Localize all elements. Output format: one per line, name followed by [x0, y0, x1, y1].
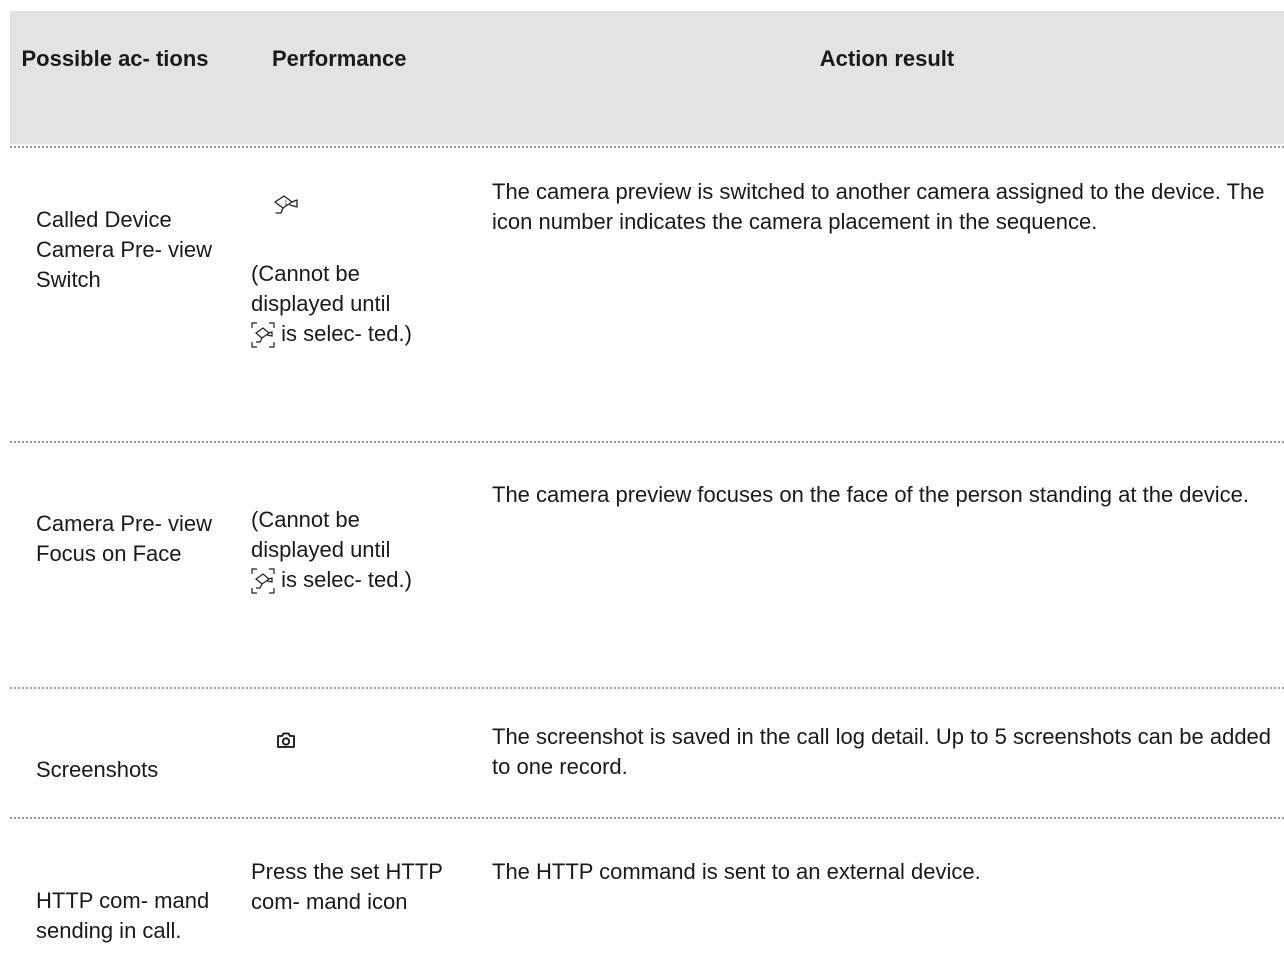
camera-preview-icon	[251, 322, 275, 348]
svg-text:1: 1	[284, 200, 288, 207]
performance-text: Press the set HTTP com- mand icon	[251, 859, 443, 914]
action-result: The camera preview is switched to anothe…	[492, 179, 1265, 234]
header-performance: Performance	[272, 46, 407, 71]
camera-switch-icon: 1	[273, 193, 303, 222]
performance-note: (Cannot be displayed until is selec- ted…	[251, 259, 456, 349]
table-header: Possible ac- tions Performance Action re…	[10, 11, 1284, 144]
header-possible-actions: Possible ac- tions	[21, 46, 209, 71]
header-action-result: Action result	[819, 46, 955, 71]
action-result: The screenshot is saved in the call log …	[492, 724, 1272, 779]
action-result: The camera preview focuses on the face o…	[492, 482, 1250, 507]
screenshot-camera-icon	[276, 731, 296, 754]
action-label: Called Device Camera Pre- view Switch	[36, 207, 213, 292]
action-label: Camera Pre- view Focus on Face	[36, 511, 213, 566]
row-divider	[10, 146, 1284, 148]
camera-preview-icon	[251, 568, 275, 594]
row-divider	[10, 817, 1284, 819]
row-divider	[10, 687, 1284, 689]
row-divider	[10, 441, 1284, 443]
action-label: HTTP com- mand sending in call.	[36, 888, 210, 943]
action-label: Screenshots	[36, 757, 159, 782]
performance-note: (Cannot be displayed until is selec- ted…	[251, 505, 456, 595]
action-result: The HTTP command is sent to an external …	[492, 859, 981, 884]
